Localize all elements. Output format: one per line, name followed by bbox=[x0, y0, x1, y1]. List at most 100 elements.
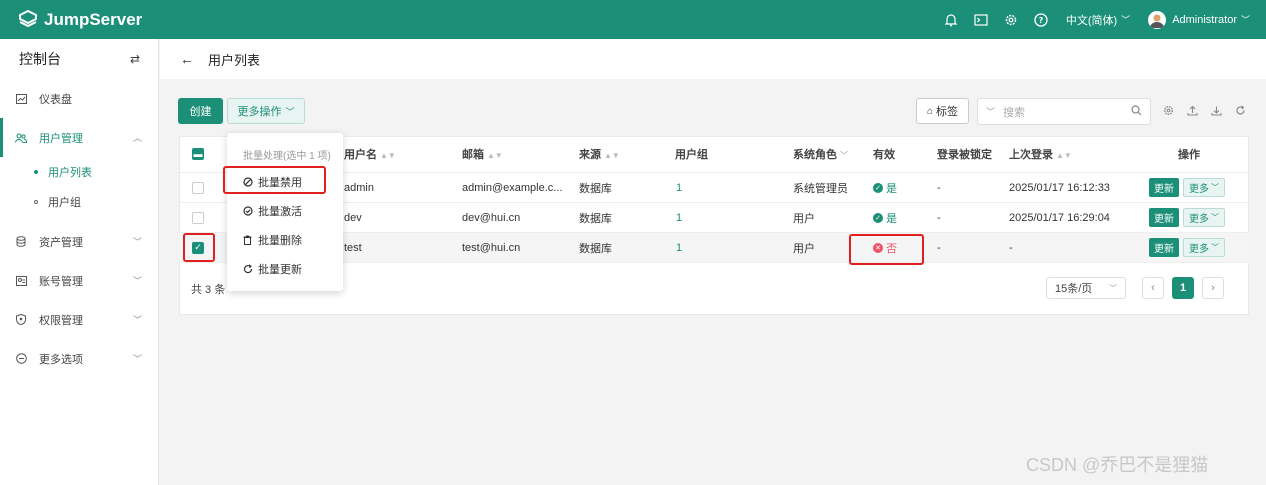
sidebar-subitem-user-groups[interactable]: 用户组 bbox=[0, 187, 158, 217]
chevron-down-icon: ﹀ bbox=[1211, 183, 1219, 192]
menu-item-batch-update[interactable]: 批量更新 bbox=[242, 261, 302, 277]
highlight-box bbox=[849, 234, 924, 265]
sidebar: 控制台 ⇄ 仪表盘 用户管理 ︿ 用户列表 用户组 资产管理 ﹀ 账号管理 ﹀ … bbox=[0, 39, 159, 485]
column-label: 上次登录 bbox=[1009, 149, 1053, 161]
row-checkbox[interactable] bbox=[192, 211, 204, 224]
menu-item-batch-delete[interactable]: 批量删除 bbox=[242, 232, 302, 248]
switch-icon[interactable]: ⇄ bbox=[130, 52, 140, 66]
more-label: 更多 bbox=[1189, 214, 1209, 225]
svg-text:?: ? bbox=[1039, 16, 1044, 25]
more-actions-button[interactable]: 更多操作 ﹀ bbox=[227, 98, 305, 124]
column-role[interactable]: 系统角色 ﹀ bbox=[793, 146, 848, 162]
create-button[interactable]: 创建 bbox=[178, 98, 223, 124]
row-actions: 更新 更多 ﹀ bbox=[1149, 238, 1225, 257]
user-menu[interactable]: Administrator ﹀ bbox=[1148, 10, 1250, 29]
chevron-down-icon[interactable]: ﹀ bbox=[986, 105, 995, 118]
chevron-down-icon: ﹀ bbox=[1109, 283, 1117, 293]
chevron-down-icon: ﹀ bbox=[132, 237, 142, 247]
chevron-down-icon: ﹀ bbox=[132, 276, 142, 286]
column-username[interactable]: 用户名 ▲▼ bbox=[344, 146, 396, 162]
highlight-box bbox=[183, 233, 215, 262]
sidebar-subitem-user-list[interactable]: 用户列表 bbox=[0, 157, 158, 187]
search-box[interactable]: ﹀ 搜索 bbox=[977, 98, 1151, 125]
sidebar-header: 控制台 ⇄ bbox=[0, 39, 158, 79]
menu-item-label: 批量更新 bbox=[258, 264, 302, 276]
cell-source: 数据库 bbox=[579, 212, 612, 225]
page-size-label: 15条/页 bbox=[1055, 283, 1093, 295]
language-selector[interactable]: 中文(简体) ﹀ bbox=[1066, 12, 1130, 28]
trash-icon bbox=[242, 235, 253, 246]
more-button[interactable]: 更多 ﹀ bbox=[1183, 208, 1225, 227]
bell-icon[interactable] bbox=[944, 13, 958, 27]
refresh-icon[interactable] bbox=[1234, 104, 1246, 116]
chevron-down-icon: ﹀ bbox=[285, 106, 295, 117]
chevron-down-icon: ﹀ bbox=[1211, 243, 1219, 252]
upload-icon[interactable] bbox=[1186, 104, 1198, 116]
cell-locked: - bbox=[937, 181, 941, 194]
menu-item-label: 批量删除 bbox=[258, 235, 302, 247]
tag-button[interactable]: ⌂ 标签 bbox=[916, 98, 969, 124]
sidebar-item-dashboard[interactable]: 仪表盘 bbox=[0, 79, 158, 118]
page-size-select[interactable]: 15条/页 ﹀ bbox=[1046, 277, 1126, 299]
more-button[interactable]: 更多 ﹀ bbox=[1183, 178, 1225, 197]
back-arrow-icon[interactable]: ← bbox=[180, 51, 194, 67]
page-number-button[interactable]: 1 bbox=[1172, 277, 1194, 299]
column-label: 用户名 bbox=[344, 149, 377, 161]
chevron-down-icon: ﹀ bbox=[1240, 15, 1250, 25]
chevron-left-icon: ‹ bbox=[1151, 282, 1155, 294]
sidebar-item-label: 账号管理 bbox=[39, 275, 83, 288]
update-button[interactable]: 更新 bbox=[1149, 238, 1179, 257]
sidebar-item-permission-management[interactable]: 权限管理 ﹀ bbox=[0, 300, 158, 339]
settings-icon[interactable] bbox=[1162, 104, 1174, 116]
cell-locked: - bbox=[937, 211, 941, 224]
bullet-icon bbox=[34, 170, 38, 174]
help-icon[interactable]: ? bbox=[1034, 12, 1048, 27]
next-page-button[interactable]: › bbox=[1202, 277, 1224, 299]
valid-label: 是 bbox=[886, 212, 897, 225]
cell-role: 用户 bbox=[793, 242, 815, 255]
download-icon[interactable] bbox=[1210, 104, 1222, 116]
column-valid: 有效 bbox=[873, 149, 895, 161]
sidebar-item-account-management[interactable]: 账号管理 ﹀ bbox=[0, 261, 158, 300]
page-title: 用户列表 bbox=[208, 52, 261, 68]
column-last-login[interactable]: 上次登录 ▲▼ bbox=[1009, 146, 1072, 162]
sort-icon: ▲▼ bbox=[604, 151, 620, 160]
cell-groups-link[interactable]: 1 bbox=[676, 242, 682, 254]
minus-circle-icon bbox=[15, 353, 27, 365]
sidebar-title: 控制台 bbox=[19, 51, 61, 67]
brand-logo[interactable]: JumpServer bbox=[18, 9, 142, 30]
check-circle-icon: ✓ bbox=[873, 212, 883, 223]
account-icon bbox=[15, 275, 27, 287]
cell-groups-link[interactable]: 1 bbox=[676, 212, 682, 224]
search-icon[interactable] bbox=[1131, 104, 1142, 119]
database-icon bbox=[15, 236, 27, 248]
menu-item-label: 批量激活 bbox=[258, 206, 302, 218]
sidebar-item-user-management[interactable]: 用户管理 ︿ bbox=[0, 118, 158, 157]
menu-item-batch-activate[interactable]: 批量激活 bbox=[242, 203, 302, 219]
update-button[interactable]: 更新 bbox=[1149, 178, 1179, 197]
prev-page-button[interactable]: ‹ bbox=[1142, 277, 1164, 299]
cell-last-login: - bbox=[1009, 241, 1013, 254]
checkbox-box bbox=[192, 211, 204, 224]
search-input[interactable]: 搜索 bbox=[1003, 104, 1131, 120]
column-source[interactable]: 来源 ▲▼ bbox=[579, 146, 620, 162]
select-all-checkbox[interactable]: ▬ bbox=[192, 148, 204, 160]
gear-icon[interactable] bbox=[1004, 13, 1018, 27]
row-checkbox[interactable] bbox=[192, 181, 204, 194]
column-label: 来源 bbox=[579, 149, 601, 161]
sidebar-item-label: 仪表盘 bbox=[39, 93, 72, 106]
column-email[interactable]: 邮箱 ▲▼ bbox=[462, 146, 503, 162]
terminal-icon[interactable] bbox=[974, 13, 988, 27]
cell-locked: - bbox=[937, 241, 941, 254]
more-button[interactable]: 更多 ﹀ bbox=[1183, 238, 1225, 257]
tag-icon: ⌂ bbox=[926, 105, 934, 117]
cell-groups-link[interactable]: 1 bbox=[676, 182, 682, 194]
column-label: 系统角色 bbox=[793, 149, 837, 161]
sidebar-item-more-options[interactable]: 更多选项 ﹀ bbox=[0, 339, 158, 378]
cell-role: 系统管理员 bbox=[793, 182, 848, 195]
table-tools bbox=[1162, 104, 1246, 116]
row-actions: 更新 更多 ﹀ bbox=[1149, 208, 1225, 227]
sidebar-item-asset-management[interactable]: 资产管理 ﹀ bbox=[0, 222, 158, 261]
cell-username: dev bbox=[344, 211, 362, 224]
update-button[interactable]: 更新 bbox=[1149, 208, 1179, 227]
